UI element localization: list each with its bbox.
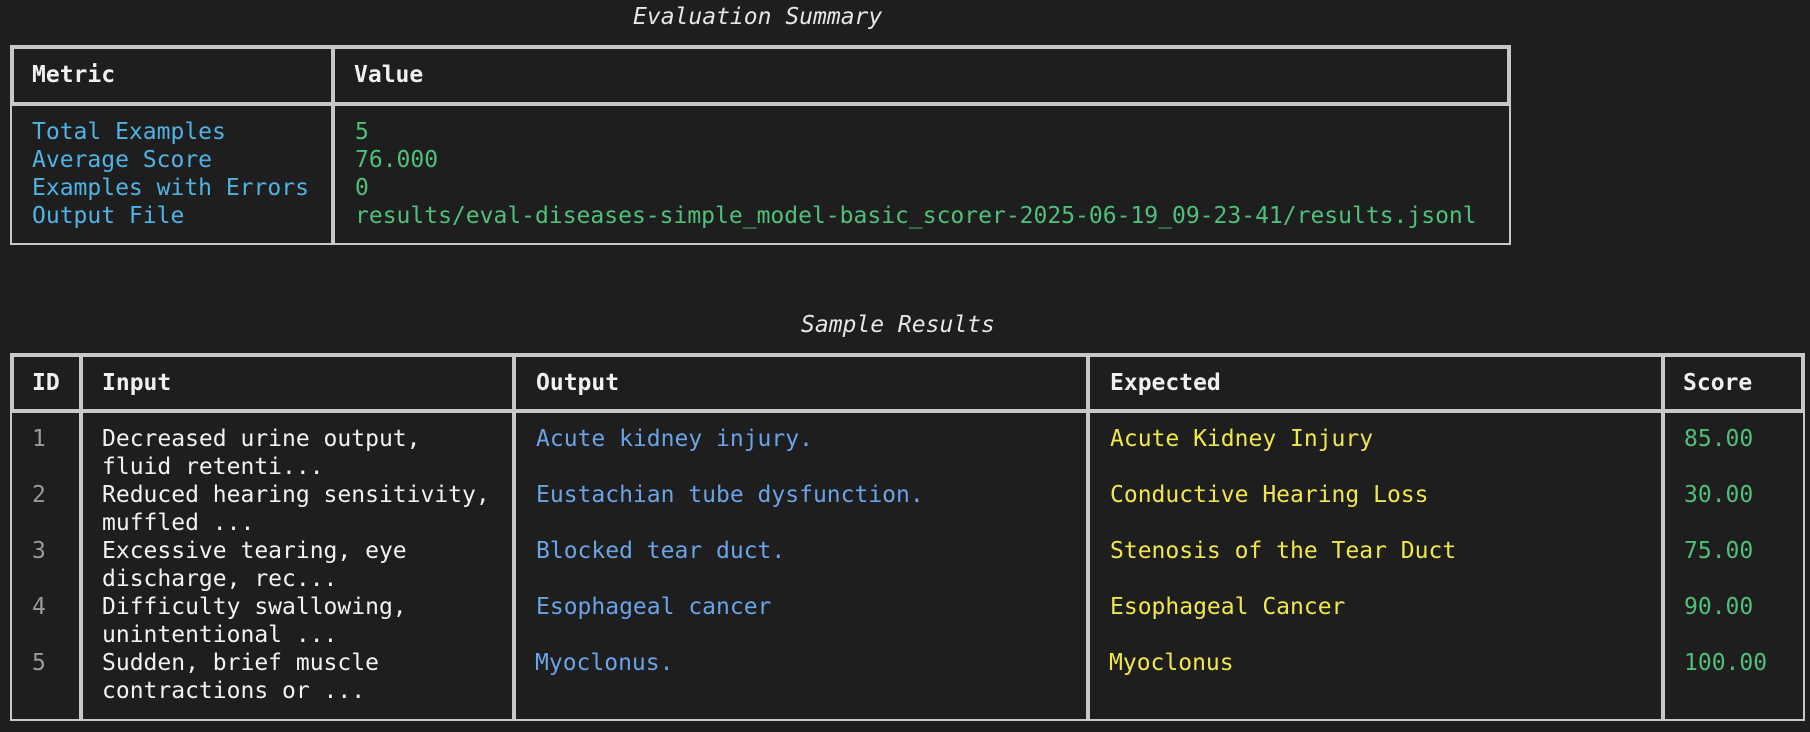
row-output: Esophageal cancer [536, 594, 772, 620]
row-score: 85.00 [1684, 426, 1754, 452]
row-score: 30.00 [1684, 482, 1754, 508]
summary-value-output-file[interactable]: results/eval-diseases-simple_model-basic… [355, 202, 1477, 230]
summary-value-errors: 0 [355, 175, 369, 201]
row-expected: Stenosis of the Tear Duct [1110, 538, 1457, 564]
results-divider-1 [79, 353, 83, 721]
results-header-id: ID [32, 370, 60, 396]
row-input-line2: contractions or ... [102, 678, 366, 704]
row-score: 75.00 [1684, 538, 1754, 564]
row-id: 4 [32, 594, 46, 620]
row-input-line2: fluid retenti... [102, 454, 324, 480]
summary-metric-total-examples: Total Examples [32, 119, 226, 145]
row-expected: Conductive Hearing Loss [1110, 482, 1429, 508]
row-input-line2: discharge, rec... [102, 566, 338, 592]
row-id: 3 [32, 538, 46, 564]
row-expected: Esophageal Cancer [1110, 594, 1346, 620]
row-input: Excessive tearing, eye discharge, rec... [102, 537, 407, 593]
row-input-line1: Sudden, brief muscle [102, 650, 379, 676]
row-output: Blocked tear duct. [536, 538, 786, 564]
row-expected: Myoclonus [1109, 650, 1234, 676]
row-expected: Acute Kidney Injury [1110, 426, 1374, 452]
results-header-row [10, 353, 1805, 413]
results-title: Sample Results [801, 312, 995, 338]
row-id: 1 [32, 426, 46, 452]
summary-column-divider [331, 45, 335, 245]
row-input: Sudden, brief muscle contractions or ... [102, 649, 379, 705]
results-divider-4 [1661, 353, 1665, 721]
row-input-line1: Decreased urine output, [102, 426, 421, 452]
row-id: 2 [32, 482, 46, 508]
summary-metric-average-score: Average Score [32, 147, 213, 173]
results-header-expected: Expected [1110, 370, 1221, 396]
row-id: 5 [32, 650, 46, 676]
row-input-line1: Reduced hearing sensitivity, [102, 482, 490, 508]
row-input: Reduced hearing sensitivity, muffled ... [102, 481, 490, 537]
summary-value-average-score: 76.000 [355, 147, 439, 173]
summary-header-value: Value [354, 62, 424, 88]
row-score: 90.00 [1684, 594, 1754, 620]
row-output: Acute kidney injury. [536, 426, 813, 452]
row-output: Myoclonus. [535, 650, 674, 676]
results-divider-2 [512, 353, 516, 721]
summary-header-row [10, 45, 1511, 106]
summary-title: Evaluation Summary [633, 4, 883, 30]
row-input-line1: Difficulty swallowing, [102, 594, 407, 620]
summary-header-metric: Metric [32, 62, 116, 88]
results-header-score: Score [1683, 370, 1753, 396]
row-input: Difficulty swallowing, unintentional ... [102, 593, 407, 649]
summary-metric-errors: Examples with Errors [32, 175, 309, 201]
summary-value-total-examples: 5 [355, 119, 369, 145]
row-output: Eustachian tube dysfunction. [536, 482, 924, 508]
row-input-line2: muffled ... [102, 510, 255, 536]
results-header-output: Output [536, 370, 620, 396]
results-header-input: Input [102, 370, 172, 396]
row-score: 100.00 [1684, 650, 1768, 676]
summary-metric-output-file: Output File [32, 203, 185, 229]
row-input-line1: Excessive tearing, eye [102, 538, 407, 564]
results-divider-3 [1086, 353, 1090, 721]
row-input: Decreased urine output, fluid retenti... [102, 425, 421, 481]
row-input-line2: unintentional ... [102, 622, 338, 648]
